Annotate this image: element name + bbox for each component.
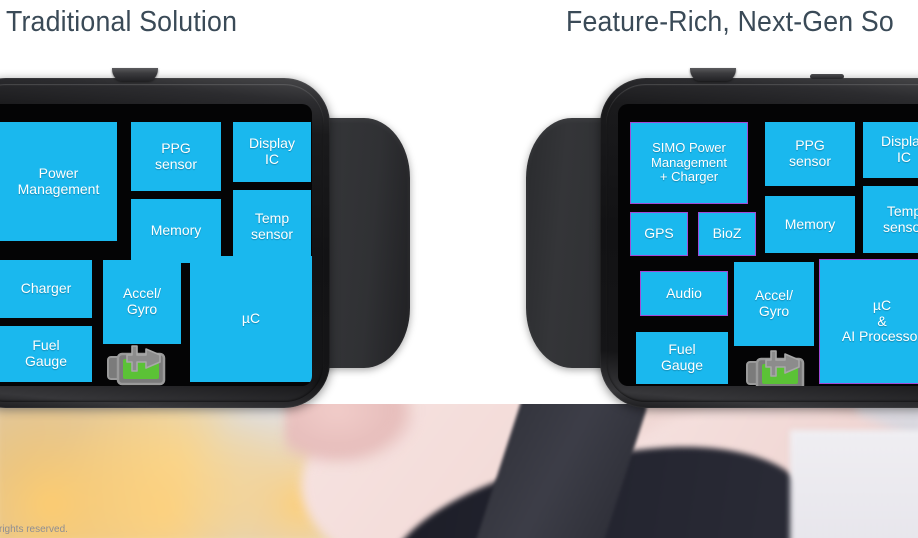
block-temp-sensor: Temp sensor	[233, 190, 311, 263]
block-gps: GPS	[630, 212, 688, 256]
block-power-management: Power Management	[0, 122, 117, 241]
battery-charging-icon	[745, 347, 807, 386]
block-memory: Memory	[131, 199, 221, 263]
right-watch-microphone	[810, 74, 844, 79]
block-bioz: BioZ	[698, 212, 756, 256]
left-watch-crown	[112, 68, 158, 81]
block-fuel-gauge: Fuel Gauge	[636, 332, 728, 384]
block-ppg-sensor: PPG sensor	[131, 122, 221, 191]
block-audio: Audio	[640, 271, 728, 316]
block-ppg-sensor: PPG sensor	[765, 122, 855, 186]
knit-texture	[790, 430, 918, 538]
right-watch-screen: SIMO Power Management + Charger PPG sens…	[618, 104, 918, 386]
block-charger: Charger	[0, 260, 92, 318]
right-watch-crown	[690, 68, 736, 81]
copyright-notice: l rights reserved.	[0, 524, 68, 535]
block-display-ic: Display IC	[863, 122, 918, 178]
block-memory: Memory	[765, 196, 855, 253]
next-gen-solution-watch: SIMO Power Management + Charger PPG sens…	[526, 68, 918, 408]
block-mcu: µC	[190, 256, 312, 382]
page-title-traditional: Traditional Solution	[6, 6, 238, 38]
block-mcu-ai-processor: µC & AI Processor	[819, 259, 918, 384]
block-simo-power-management: SIMO Power Management + Charger	[630, 122, 748, 204]
battery-charging-icon	[106, 342, 168, 386]
traditional-solution-watch: Power Management PPG sensor Display IC M…	[0, 68, 410, 408]
left-watch-screen: Power Management PPG sensor Display IC M…	[0, 104, 312, 386]
page-title-next-gen: Feature-Rich, Next-Gen So	[566, 6, 894, 38]
block-accel-gyro: Accel/ Gyro	[734, 262, 814, 346]
block-fuel-gauge: Fuel Gauge	[0, 326, 92, 382]
block-display-ic: Display IC	[233, 122, 311, 182]
block-accel-gyro: Accel/ Gyro	[103, 260, 181, 344]
block-temp-sensor: Temp sensor	[863, 186, 918, 253]
